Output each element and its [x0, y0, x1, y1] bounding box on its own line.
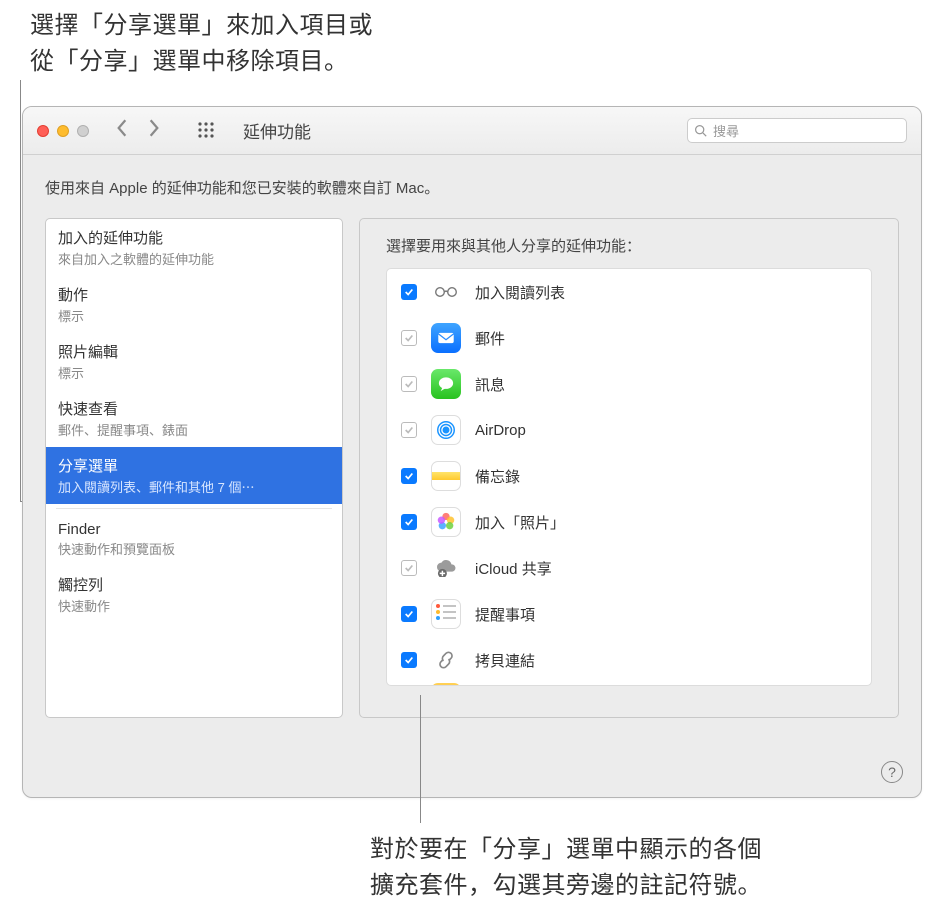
- sidebar-item-share-menu[interactable]: 分享選單 加入閱讀列表、郵件和其他 7 個⋯: [46, 447, 342, 504]
- sidebar-item-finder[interactable]: Finder 快速動作和預覽面板: [46, 513, 342, 566]
- list-item-label: 提醒事項: [475, 604, 535, 625]
- checkbox[interactable]: [401, 514, 417, 530]
- list-item: 提醒事項: [387, 591, 871, 637]
- sidebar-item-touch-bar[interactable]: 觸控列 快速動作: [46, 566, 342, 623]
- callout-line: [420, 695, 421, 823]
- list-item: 加入閱讀列表: [387, 269, 871, 315]
- sidebar-item-sub: 來自加入之軟體的延伸功能: [58, 249, 330, 268]
- help-label: ?: [888, 764, 896, 780]
- search-icon: [694, 124, 707, 137]
- sidebar-item-label: 動作: [58, 284, 330, 305]
- main-panel: 選擇要用來與其他人分享的延伸功能： 加入閱讀列表: [359, 218, 899, 718]
- sidebar-item-label: 快速查看: [58, 398, 330, 419]
- sidebar-item-label: 分享選單: [58, 455, 330, 476]
- sidebar-item-sub: 加入閱讀列表、郵件和其他 7 個⋯: [58, 477, 330, 496]
- sidebar-item-actions[interactable]: 動作 標示: [46, 276, 342, 333]
- annotation-bottom: 對於要在「分享」選單中顯示的各個 擴充套件，勾選其旁邊的註記符號。: [370, 832, 762, 904]
- forward-button[interactable]: [147, 118, 161, 143]
- sidebar-item-added-extensions[interactable]: 加入的延伸功能 來自加入之軟體的延伸功能: [46, 219, 342, 276]
- minimize-window-button[interactable]: [57, 125, 69, 137]
- search-placeholder: 搜尋: [713, 121, 739, 140]
- list-item: 加入「照片」: [387, 499, 871, 545]
- sidebar-item-sub: 郵件、提醒事項、錶面: [58, 420, 330, 439]
- help-button[interactable]: ?: [881, 761, 903, 783]
- sidebar-item-quick-look[interactable]: 快速查看 郵件、提醒事項、錶面: [46, 390, 342, 447]
- sidebar-item-sub: 標示: [58, 306, 330, 325]
- list-item: 備忘錄: [387, 453, 871, 499]
- divider: [56, 508, 332, 509]
- partial-icon: [431, 683, 461, 686]
- checkbox: [401, 376, 417, 392]
- icloud-share-icon: [431, 553, 461, 583]
- sidebar-item-sub: 標示: [58, 363, 330, 382]
- messages-icon: [431, 369, 461, 399]
- sidebar-item-label: Finder: [58, 521, 330, 538]
- sidebar-item-label: 加入的延伸功能: [58, 227, 330, 248]
- list-item-label: 加入「照片」: [475, 512, 565, 533]
- list-item: 訊息: [387, 361, 871, 407]
- list-item: AirDrop: [387, 407, 871, 453]
- link-icon: [431, 645, 461, 675]
- list-item-label: AirDrop: [475, 422, 526, 439]
- list-item-label: iCloud 共享: [475, 558, 552, 579]
- list-item-label: 備忘錄: [475, 466, 520, 487]
- list-item-label: 拷貝連結: [475, 650, 535, 671]
- annotation-text: 擴充套件，勾選其旁邊的註記符號。: [370, 872, 762, 899]
- list-item: 郵件: [387, 315, 871, 361]
- airdrop-icon: [431, 415, 461, 445]
- list-item: 拷貝連結: [387, 637, 871, 683]
- callout-line: [20, 80, 21, 502]
- list-item: iCloud 共享: [387, 545, 871, 591]
- nav-arrows: [115, 118, 161, 143]
- list-item-label: 郵件: [475, 328, 505, 349]
- checkbox: [401, 330, 417, 346]
- reminders-icon: [431, 599, 461, 629]
- main-heading: 選擇要用來與其他人分享的延伸功能：: [386, 235, 872, 256]
- window-title: 延伸功能: [243, 118, 311, 143]
- mail-icon: [431, 323, 461, 353]
- show-all-prefs-button[interactable]: [197, 121, 217, 141]
- annotation-top: 選擇「分享選單」來加入項目或 從「分享」選單中移除項目。: [30, 8, 373, 80]
- zoom-window-button: [77, 125, 89, 137]
- list-item-label: 加入閱讀列表: [475, 282, 565, 303]
- notes-icon: [431, 461, 461, 491]
- extensions-list: 加入閱讀列表 郵件: [386, 268, 872, 686]
- sidebar-item-label: 照片編輯: [58, 341, 330, 362]
- checkbox: [401, 560, 417, 576]
- close-window-button[interactable]: [37, 125, 49, 137]
- list-item-partial: [387, 683, 871, 686]
- annotation-text: 選擇「分享選單」來加入項目或: [30, 12, 373, 39]
- annotation-text: 對於要在「分享」選單中顯示的各個: [370, 836, 762, 863]
- prefs-window: 延伸功能 搜尋 使用來自 Apple 的延伸功能和您已安裝的軟體來自訂 Mac。…: [22, 106, 922, 798]
- photos-icon: [431, 507, 461, 537]
- traffic-lights: [37, 125, 89, 137]
- sidebar-item-sub: 快速動作: [58, 596, 330, 615]
- window-body: 使用來自 Apple 的延伸功能和您已安裝的軟體來自訂 Mac。 加入的延伸功能…: [23, 155, 921, 740]
- glasses-icon: [431, 277, 461, 307]
- annotation-text: 從「分享」選單中移除項目。: [30, 48, 349, 75]
- back-button[interactable]: [115, 118, 129, 143]
- sidebar-item-label: 觸控列: [58, 574, 330, 595]
- sidebar: 加入的延伸功能 來自加入之軟體的延伸功能 動作 標示 照片編輯 標示 快速查看 …: [45, 218, 343, 718]
- sidebar-item-photo-editing[interactable]: 照片編輯 標示: [46, 333, 342, 390]
- list-item-label: 訊息: [475, 374, 505, 395]
- checkbox[interactable]: [401, 606, 417, 622]
- checkbox[interactable]: [401, 284, 417, 300]
- panels: 加入的延伸功能 來自加入之軟體的延伸功能 動作 標示 照片編輯 標示 快速查看 …: [45, 218, 899, 718]
- checkbox: [401, 422, 417, 438]
- search-input[interactable]: 搜尋: [687, 118, 907, 143]
- checkbox[interactable]: [401, 468, 417, 484]
- page-description: 使用來自 Apple 的延伸功能和您已安裝的軟體來自訂 Mac。: [45, 177, 899, 198]
- titlebar: 延伸功能 搜尋: [23, 107, 921, 155]
- checkbox[interactable]: [401, 652, 417, 668]
- sidebar-item-sub: 快速動作和預覽面板: [58, 539, 330, 558]
